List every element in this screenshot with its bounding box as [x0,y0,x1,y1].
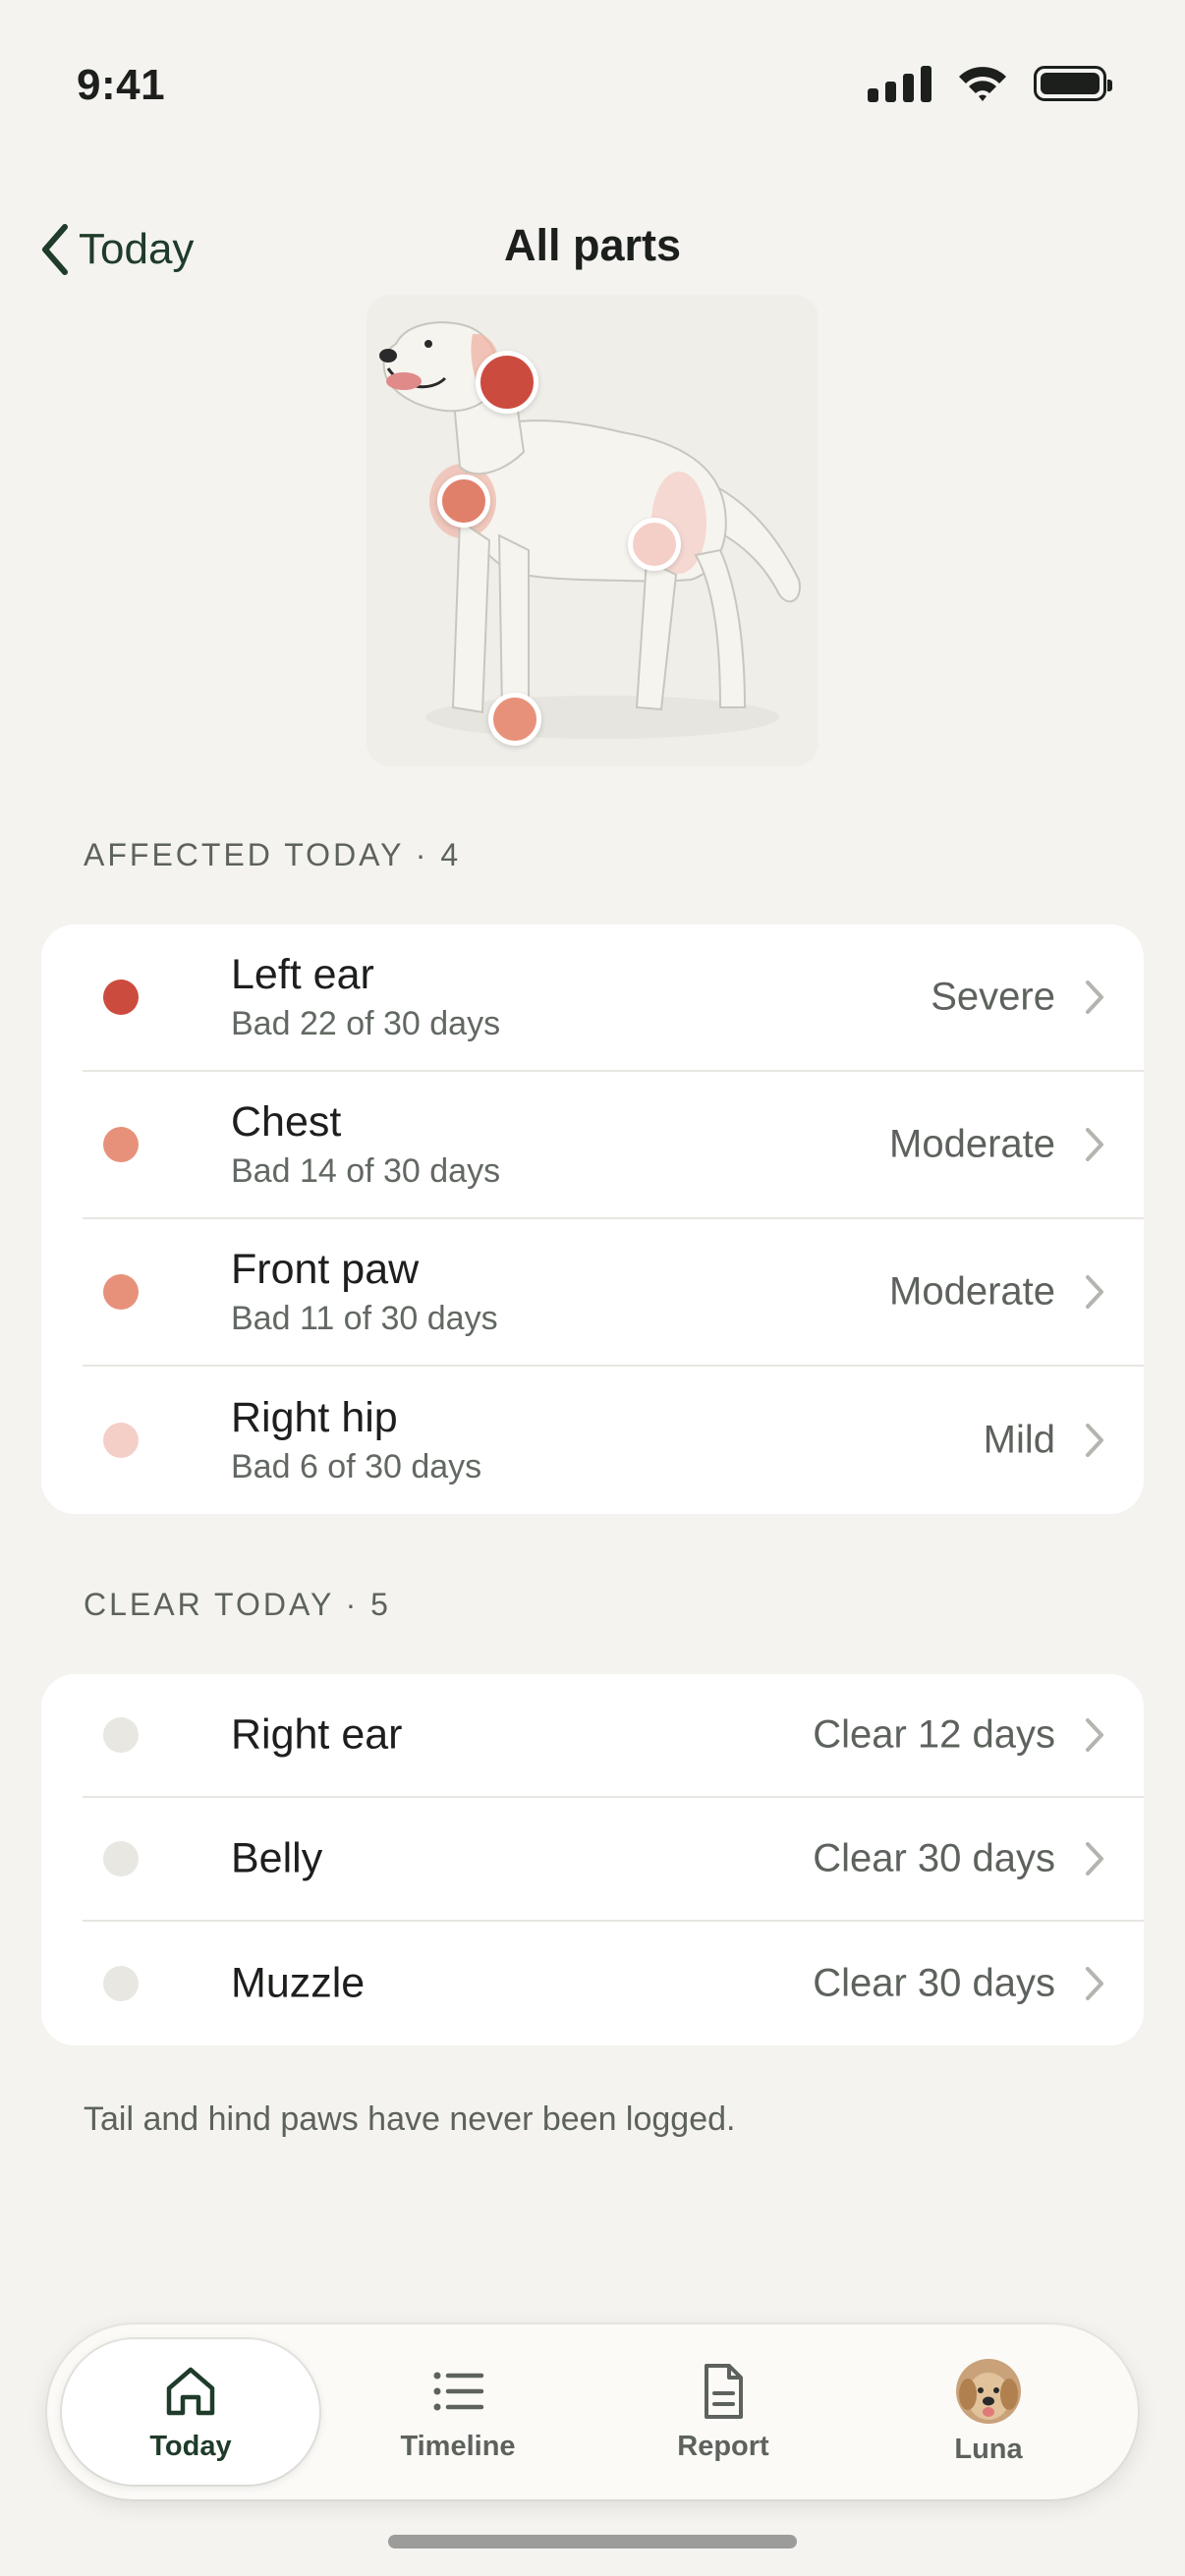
part-name: Belly [231,1834,323,1882]
status-dot [103,1966,139,2001]
status-icons [868,65,1112,102]
severity-label: Moderate [889,1122,1055,1166]
clear-duration: Clear 30 days [813,1836,1055,1880]
status-dot [103,1717,139,1753]
severity-dot [103,1423,139,1458]
dog-body-map [367,295,818,766]
chevron-right-icon [1086,1842,1103,1876]
battery-icon [1034,66,1112,101]
chevron-right-icon [1086,1424,1103,1457]
part-name: Right hip [231,1393,398,1441]
list-item-affected[interactable]: Left ear Bad 22 of 30 days Severe [83,924,1144,1072]
status-dot [103,1841,139,1876]
part-name: Chest [231,1097,342,1146]
list-item-clear[interactable]: Belly Clear 30 days [83,1798,1144,1922]
list-item-affected[interactable]: Chest Bad 14 of 30 days Moderate [83,1072,1144,1219]
list-item-affected[interactable]: Front paw Bad 11 of 30 days Moderate [83,1219,1144,1367]
tab-luna[interactable]: Luna [860,2339,1117,2485]
tab-label: Today [149,2430,232,2462]
tab-today[interactable]: Today [62,2339,319,2485]
marker-front-paw[interactable] [488,693,541,746]
marker-left-ear[interactable] [476,351,538,414]
tab-bar: Today Timeline Report Luna [47,2324,1138,2499]
severity-label: Mild [983,1418,1055,1462]
part-name: Left ear [231,950,374,998]
clear-list: Right ear Clear 12 days Belly Clear 30 d… [41,1674,1144,2045]
chevron-right-icon [1086,1718,1103,1752]
home-icon [166,2367,215,2415]
severity-dot [103,980,139,1015]
affected-section-header: AFFECTED TODAY · 4 [84,837,462,872]
wifi-icon [959,67,1006,101]
part-summary: Bad 6 of 30 days [231,1448,482,1486]
tab-timeline[interactable]: Timeline [329,2339,587,2485]
status-bar: 9:41 [0,0,1185,147]
part-summary: Bad 14 of 30 days [231,1152,501,1191]
chevron-right-icon [1086,980,1103,1014]
tab-label: Report [677,2430,769,2462]
part-summary: Bad 22 of 30 days [231,1005,501,1043]
tab-label: Luna [954,2433,1023,2465]
clear-duration: Clear 12 days [813,1712,1055,1757]
tab-report[interactable]: Report [594,2339,852,2485]
list-item-clear[interactable]: Muzzle Clear 30 days [83,1922,1144,2045]
chevron-right-icon [1086,1275,1103,1309]
list-item-clear[interactable]: Right ear Clear 12 days [83,1674,1144,1798]
footnote: Tail and hind paws have never been logge… [84,2100,736,2138]
part-name: Front paw [231,1245,420,1293]
marker-chest[interactable] [437,475,490,528]
severity-label: Severe [931,975,1055,1019]
severity-dot [103,1274,139,1310]
cellular-signal-icon [868,65,931,102]
dog-illustration [379,321,801,739]
home-indicator [388,2535,797,2548]
dog-avatar [956,2358,1021,2424]
status-time: 9:41 [77,61,166,109]
page-title: All parts [503,220,682,270]
document-icon [705,2363,743,2419]
severity-dot [103,1127,139,1162]
marker-right-hip[interactable] [628,518,681,571]
chevron-right-icon [1086,1128,1103,1161]
clear-duration: Clear 30 days [813,1961,1055,2005]
list-item-affected[interactable]: Right hip Bad 6 of 30 days Mild [83,1367,1144,1514]
list-icon [433,2372,484,2410]
part-name: Right ear [231,1710,403,1759]
part-name: Muzzle [231,1959,366,2007]
severity-label: Moderate [889,1269,1055,1314]
chevron-right-icon [1086,1967,1103,2000]
tab-label: Timeline [400,2430,516,2462]
part-summary: Bad 11 of 30 days [231,1300,498,1338]
affected-list: Left ear Bad 22 of 30 days Severe Chest … [41,924,1144,1514]
clear-section-header: CLEAR TODAY · 5 [84,1587,391,1622]
